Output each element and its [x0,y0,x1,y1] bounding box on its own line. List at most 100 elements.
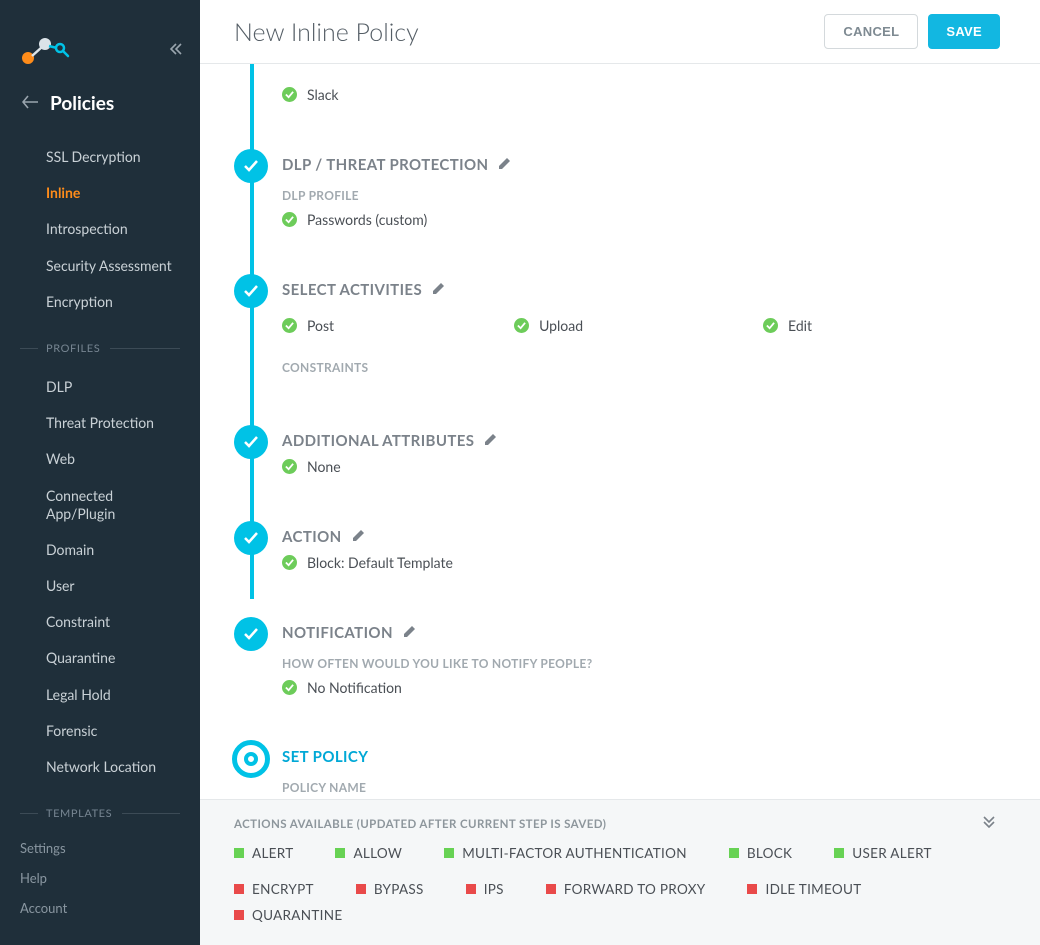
status-square-icon [335,848,345,858]
cancel-button[interactable]: CANCEL [824,14,918,49]
sidebar-item-encryption[interactable]: Encryption [0,284,200,320]
edit-icon[interactable] [498,155,511,174]
step-sublabel: DLP PROFILE [282,188,1000,203]
edit-icon[interactable] [432,280,445,299]
sidebar-item-introspection[interactable]: Introspection [0,211,200,247]
header: New Inline Policy CANCEL SAVE [200,0,1040,64]
step-title: NOTIFICATION [282,624,393,642]
logo [20,36,70,66]
sidebar-item-ssl-decryption[interactable]: SSL Decryption [0,139,200,175]
status-square-icon [234,848,244,858]
edit-icon[interactable] [403,623,416,642]
sidebar-item-network-location[interactable]: Network Location [0,749,200,785]
action-idle-timeout: IDLE TIMEOUT [747,881,861,897]
status-square-icon [444,848,454,858]
sidebar-footer: Settings Help Account [0,833,200,945]
status-square-icon [234,884,244,894]
step-bullet-icon [234,274,268,308]
nav-policies: SSL Decryption Inline Introspection Secu… [0,133,200,330]
wizard: Slack DLP / THREAT PROTECTION DLP PROFIL… [200,64,1040,799]
activity-upload: Upload [514,317,583,334]
sidebar-item-domain[interactable]: Domain [0,532,200,568]
nav-profiles: DLP Threat Protection Web Connected App/… [0,363,200,795]
action-user-alert: USER ALERT [834,845,932,861]
sidebar-item-quarantine[interactable]: Quarantine [0,640,200,676]
actions-footer: ACTIONS AVAILABLE (UPDATED AFTER CURRENT… [200,799,1040,945]
step-bullet-icon [234,617,268,651]
action-mfa: MULTI-FACTOR AUTHENTICATION [444,845,687,861]
edit-icon[interactable] [484,431,497,450]
check-icon [282,318,297,333]
check-icon [282,212,297,227]
sidebar-item-web[interactable]: Web [0,441,200,477]
page-title: New Inline Policy [234,17,419,47]
activity-edit: Edit [763,317,812,334]
status-square-icon [729,848,739,858]
status-square-icon [546,884,556,894]
sidebar-item-forensic[interactable]: Forensic [0,713,200,749]
actions-title: ACTIONS AVAILABLE (UPDATED AFTER CURRENT… [234,818,1000,831]
sidebar-settings[interactable]: Settings [20,833,200,863]
step-bullet-current-icon [232,740,270,778]
step-bullet-icon [234,425,268,459]
notification-value: No Notification [307,679,402,696]
selected-app-value: Slack [307,86,339,103]
sidebar-item-inline[interactable]: Inline [0,175,200,211]
check-icon [514,318,529,333]
step-attributes: ADDITIONAL ATTRIBUTES None [282,425,1000,475]
sidebar-item-user[interactable]: User [0,568,200,604]
action-bypass: BYPASS [356,881,424,897]
templates-divider: TEMPLATES [0,795,200,828]
step-title: SET POLICY [282,748,368,766]
attributes-value: None [307,458,341,475]
check-icon [282,459,297,474]
step-bullet-icon [234,149,268,183]
timeline-line [250,64,254,599]
status-square-icon [466,884,476,894]
step-activities: SELECT ACTIVITIES Post Upload Edit [282,274,1000,375]
sidebar-account[interactable]: Account [20,893,200,923]
status-square-icon [834,848,844,858]
sidebar-item-dlp[interactable]: DLP [0,369,200,405]
sidebar-item-connected-app-plugin[interactable]: Connected App/Plugin [0,478,200,532]
sidebar-item-legal-hold[interactable]: Legal Hold [0,677,200,713]
step-bullet-icon [234,521,268,555]
action-alert: ALERT [234,845,293,861]
sidebar-item-security-assessment[interactable]: Security Assessment [0,248,200,284]
check-icon [763,318,778,333]
step-title: DLP / THREAT PROTECTION [282,156,488,174]
action-value: Block: Default Template [307,554,453,571]
collapse-actions-icon[interactable] [982,814,996,832]
step-action: ACTION Block: Default Template [282,521,1000,571]
check-icon [282,555,297,570]
step-title: SELECT ACTIVITIES [282,281,422,299]
dlp-profile-value: Passwords (custom) [307,211,427,228]
back-arrow-icon[interactable] [22,94,38,113]
action-block: BLOCK [729,845,792,861]
step-dlp: DLP / THREAT PROTECTION DLP PROFILE Pass… [282,149,1000,228]
action-forward-to-proxy: FORWARD TO PROXY [546,881,706,897]
step-title: ADDITIONAL ATTRIBUTES [282,432,474,450]
actions-grid: ALERT ALLOW MULTI-FACTOR AUTHENTICATION … [234,845,1000,923]
check-icon [282,680,297,695]
sidebar-help[interactable]: Help [20,863,200,893]
collapse-sidebar-icon[interactable] [168,42,182,60]
save-button[interactable]: SAVE [928,14,1000,49]
status-square-icon [747,884,757,894]
activity-post: Post [282,317,334,334]
action-allow: ALLOW [335,845,402,861]
action-ips: IPS [466,881,504,897]
sidebar-item-threat-protection[interactable]: Threat Protection [0,405,200,441]
sidebar-item-constraint[interactable]: Constraint [0,604,200,640]
step-notification: NOTIFICATION HOW OFTEN WOULD YOU LIKE TO… [282,617,1000,696]
edit-icon[interactable] [352,527,365,546]
profiles-header: PROFILES [46,342,100,355]
action-encrypt: ENCRYPT [234,881,314,897]
step-app: Slack [282,86,1000,103]
profiles-divider: PROFILES [0,330,200,363]
section-title: Policies [50,92,114,115]
status-square-icon [356,884,366,894]
policy-name-label: POLICY NAME [282,780,1000,795]
status-square-icon [234,910,244,920]
constraints-label: CONSTRAINTS [282,360,1000,375]
